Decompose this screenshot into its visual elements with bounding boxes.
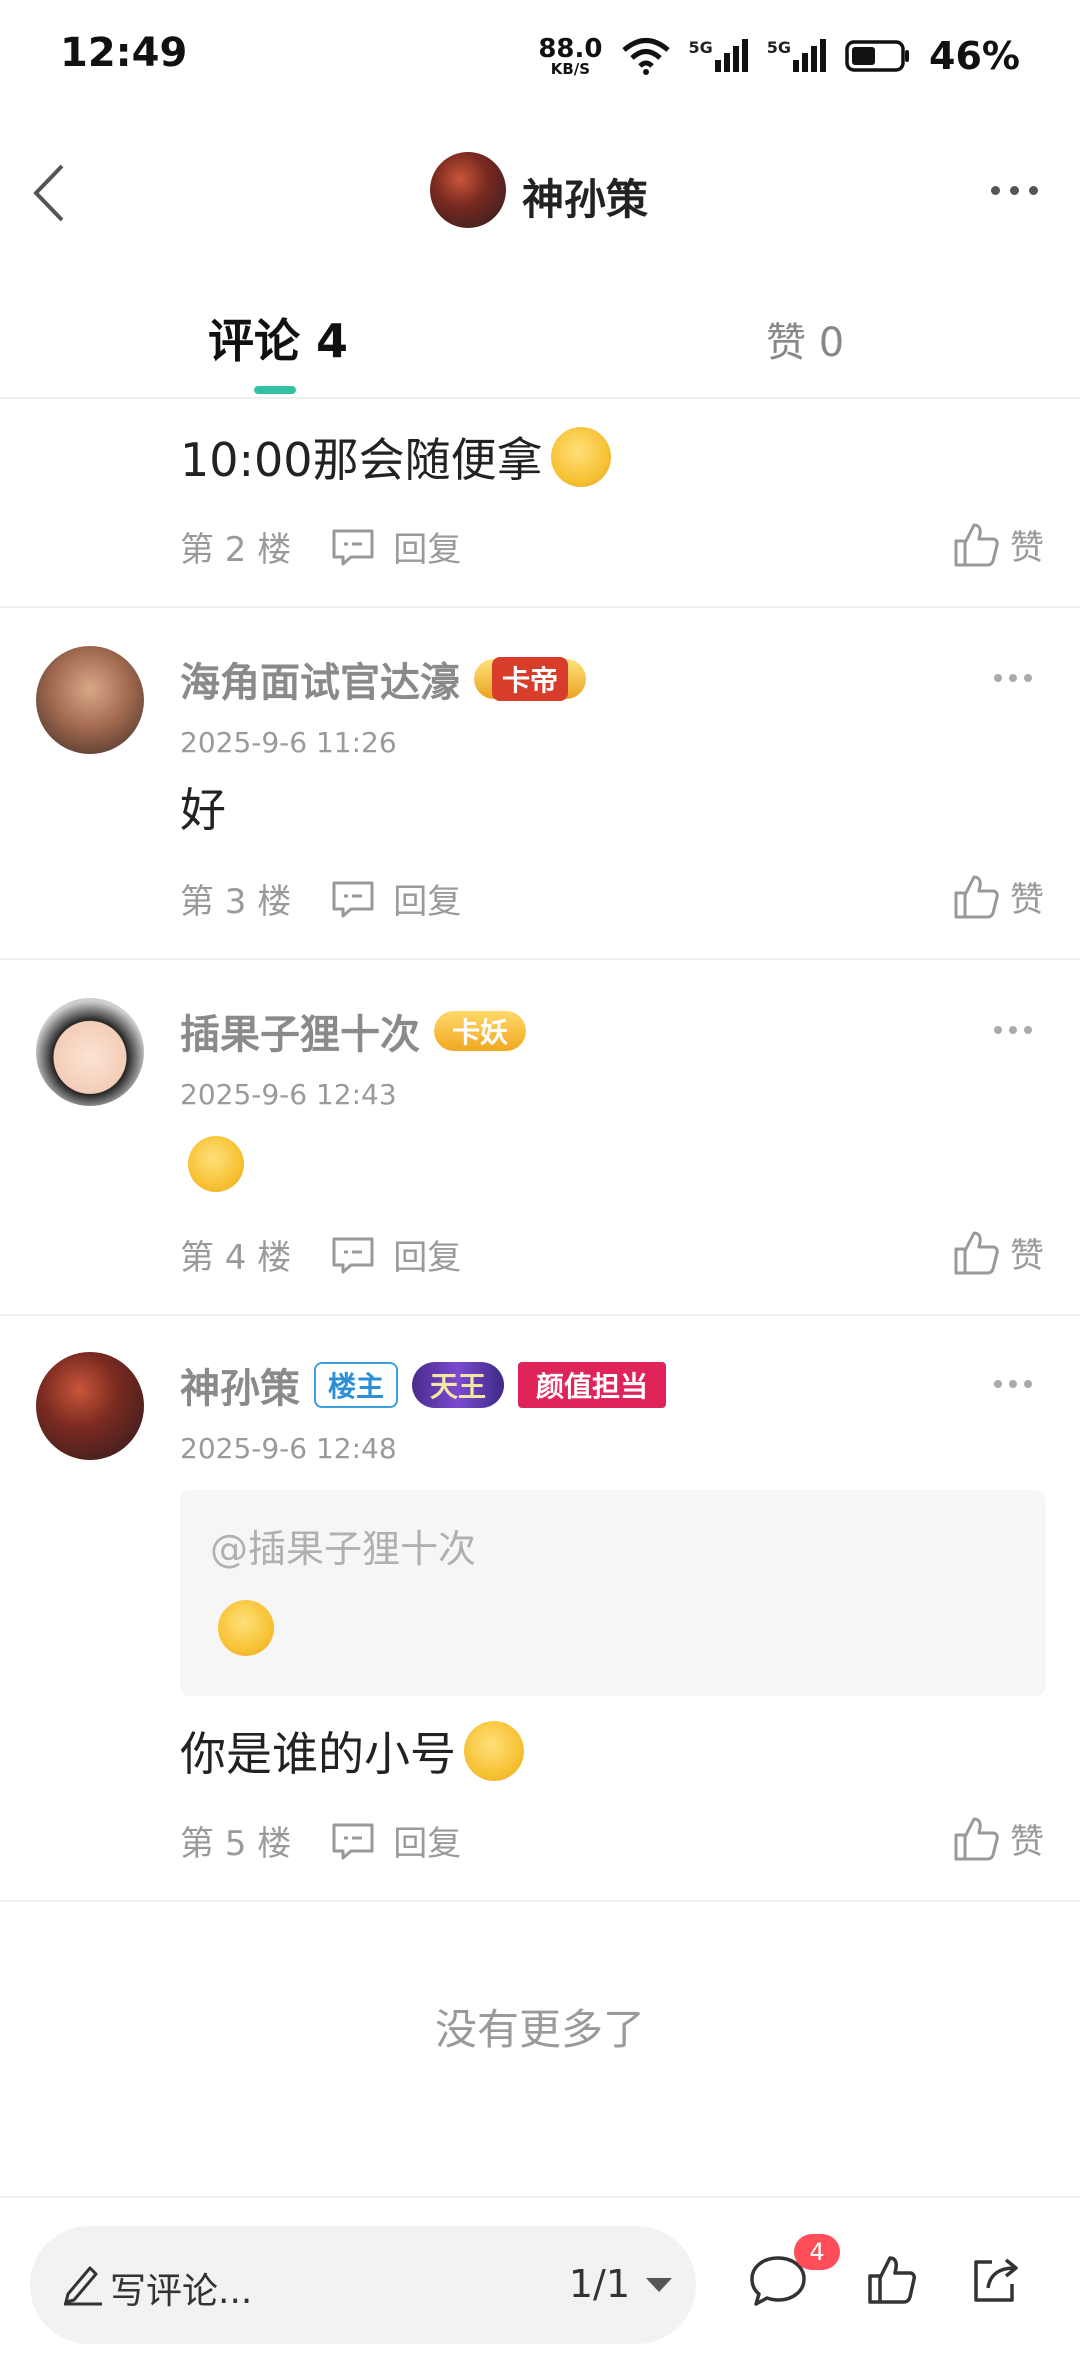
- status-icons: 88.0 KB/S 5G 5G 46%: [538, 34, 1020, 78]
- tab-likes[interactable]: 赞 0: [766, 310, 844, 368]
- timestamp: 2025-9-6 12:48: [180, 1432, 397, 1465]
- comment-text-row: 你是谁的小号: [180, 1718, 524, 1784]
- comment-text-row: [188, 1136, 244, 1192]
- comment-floor-3: 海角面试官达濠 卡帝 2025-9-6 11:26 好 第 3 楼 回复 赞: [0, 608, 1080, 960]
- comment-more-icon[interactable]: [994, 1380, 1032, 1388]
- username[interactable]: 插果子狸十次: [180, 1002, 420, 1060]
- surprised-emoji-icon: [464, 1721, 524, 1781]
- reply-button[interactable]: 回复: [329, 1816, 461, 1865]
- no-more-label: 没有更多了: [434, 2005, 645, 2054]
- floor-number: 第 3 楼: [180, 882, 292, 922]
- username[interactable]: 海角面试官达濠: [180, 650, 460, 708]
- reply-icon: [332, 1237, 374, 1273]
- comment-footer: 第 4 楼 回复: [180, 1230, 461, 1279]
- reply-icon: [332, 1823, 374, 1859]
- title-badge: 天王: [412, 1362, 505, 1408]
- floor-number: 第 5 楼: [180, 1824, 292, 1864]
- avatar[interactable]: [36, 646, 144, 754]
- like-button[interactable]: 赞: [952, 872, 1044, 921]
- username-row: 插果子狸十次 卡妖: [180, 1002, 527, 1060]
- comment-divider: [0, 1900, 1080, 1902]
- comment-floor-2: 10:00那会随便拿 第 2 楼 回复 赞: [0, 400, 1080, 608]
- owner-badge: 楼主: [314, 1362, 399, 1408]
- floor-number: 第 2 楼: [180, 530, 292, 570]
- tag-badge: 颜值担当: [518, 1362, 667, 1408]
- back-arrow-icon[interactable]: [26, 158, 76, 228]
- share-icon[interactable]: [968, 2254, 1024, 2306]
- thumbs-up-icon: [954, 1231, 999, 1274]
- reply-icon: [332, 529, 374, 565]
- username-row: 神孙策 楼主 天王 颜值担当: [180, 1356, 667, 1414]
- reply-button[interactable]: 回复: [329, 522, 461, 571]
- username[interactable]: 神孙策: [180, 1356, 300, 1414]
- username-row: 海角面试官达濠 卡帝: [180, 650, 587, 708]
- comment-floor-4: 插果子狸十次 卡妖 2025-9-6 12:43 第 4 楼 回复 赞: [0, 960, 1080, 1316]
- battery-percent: 46%: [929, 34, 1020, 78]
- battery-icon: [845, 40, 910, 72]
- pen-icon: [64, 2266, 102, 2306]
- caret-down-icon[interactable]: [646, 2278, 672, 2292]
- level-badge: 卡妖: [434, 1011, 527, 1051]
- quoted-user[interactable]: @插果子狸十次: [210, 1518, 476, 1573]
- avatar[interactable]: [36, 1352, 144, 1460]
- like-button[interactable]: 赞: [952, 1228, 1044, 1277]
- quoted-reply[interactable]: @插果子狸十次: [180, 1490, 1046, 1696]
- comment-footer: 第 2 楼 回复: [180, 522, 461, 571]
- comment-more-icon[interactable]: [994, 1026, 1032, 1034]
- crying-emoji-icon: [218, 1600, 274, 1656]
- reply-button[interactable]: 回复: [329, 874, 461, 923]
- thumbs-up-icon[interactable]: [866, 2254, 918, 2306]
- thumbs-up-icon: [954, 875, 999, 918]
- thumbs-up-icon: [954, 523, 999, 566]
- like-button[interactable]: 赞: [952, 1814, 1044, 1863]
- comment-placeholder: 写评论...: [110, 2271, 253, 2312]
- comment-text-row: 10:00那会随便拿: [180, 424, 611, 490]
- tab-comments[interactable]: 评论 4: [208, 305, 348, 371]
- status-time: 12:49: [60, 30, 188, 76]
- level-badge: 卡帝: [474, 657, 587, 701]
- grin-emoji-icon: [550, 427, 611, 487]
- thumbs-up-icon: [954, 1817, 999, 1860]
- header-title[interactable]: 神孙策: [522, 166, 648, 227]
- floor-number: 第 4 楼: [180, 1238, 292, 1278]
- timestamp: 2025-9-6 12:43: [180, 1078, 397, 1111]
- comment-more-icon[interactable]: [994, 674, 1032, 682]
- reply-icon: [332, 881, 374, 917]
- avatar[interactable]: [36, 998, 144, 1106]
- bottom-divider: [0, 2196, 1080, 2198]
- net-speed: 88.0 KB/S: [538, 33, 603, 78]
- comment-text: 10:00那会随便拿: [180, 433, 543, 487]
- comment-text: 好: [180, 783, 226, 837]
- like-button[interactable]: 赞: [952, 520, 1044, 569]
- tab-active-indicator: [254, 386, 296, 394]
- signal-icon: 5G: [689, 38, 749, 74]
- more-options-icon[interactable]: [991, 186, 1038, 195]
- comment-count-badge: 4: [794, 2234, 840, 2270]
- page-indicator[interactable]: 1/1: [569, 2262, 630, 2306]
- crying-emoji-icon: [188, 1136, 244, 1192]
- wifi-icon: [621, 38, 670, 75]
- write-comment-input[interactable]: 写评论... 1/1: [30, 2226, 696, 2344]
- comment-text: 你是谁的小号: [180, 1727, 456, 1781]
- reply-button[interactable]: 回复: [329, 1230, 461, 1279]
- signal-icon-2: 5G: [767, 38, 827, 74]
- header-avatar[interactable]: [430, 152, 506, 228]
- comment-footer: 第 3 楼 回复: [180, 874, 461, 923]
- comment-footer: 第 5 楼 回复: [180, 1816, 461, 1865]
- timestamp: 2025-9-6 11:26: [180, 726, 397, 759]
- tab-divider: [0, 397, 1080, 399]
